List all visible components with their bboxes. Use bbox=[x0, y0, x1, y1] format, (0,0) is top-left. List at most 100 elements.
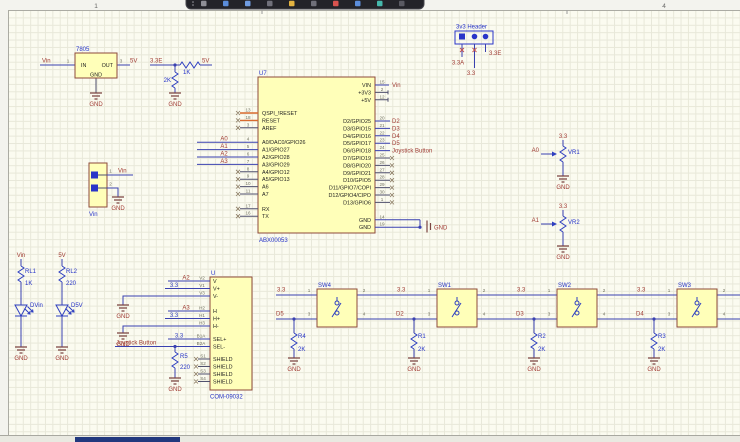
resistor-symbol[interactable] bbox=[18, 266, 24, 282]
gnd-label: GND bbox=[168, 102, 182, 108]
ground-symbol[interactable] bbox=[408, 358, 420, 364]
pin-name: SEL+ bbox=[213, 337, 226, 343]
joystick-com-09032[interactable]: U COM-09032 R5 220 GND GND GND Joystick … bbox=[115, 271, 252, 401]
junction-dot bbox=[418, 226, 421, 229]
designator: SW4 bbox=[318, 283, 332, 289]
switch-sw1[interactable]: SW1 3.3 D2 1 2 3 4 R1 2K GND bbox=[396, 283, 522, 373]
ground-symbol[interactable] bbox=[427, 221, 431, 233]
value-label: 1K bbox=[183, 70, 190, 76]
mcu-arduino-nano[interactable]: U7 ABX00053 13 QSPI_!RESET 18 RESET 3 AR… bbox=[197, 71, 448, 244]
component-body[interactable] bbox=[677, 289, 717, 327]
resistor-symbol[interactable] bbox=[291, 333, 297, 349]
gnd-label: GND bbox=[287, 367, 301, 373]
net-label: D2 bbox=[396, 312, 404, 318]
pin-designator: V2 bbox=[199, 276, 205, 281]
overlay-tool-4-icon[interactable] bbox=[267, 1, 273, 7]
ground-symbol[interactable] bbox=[15, 347, 27, 353]
led-symbol[interactable] bbox=[56, 305, 68, 316]
pin-number: 4 bbox=[247, 137, 250, 142]
component-body[interactable] bbox=[557, 289, 597, 327]
potentiometer-vr1[interactable]: 3.3 VR1 A0 GND bbox=[532, 134, 581, 191]
overlay-tool-10-icon[interactable] bbox=[399, 1, 405, 7]
wire[interactable] bbox=[541, 210, 563, 246]
pin-number: 10 bbox=[245, 181, 251, 186]
pin-name: D10/GPIO5 bbox=[343, 178, 371, 184]
net-label: A0 bbox=[532, 148, 540, 154]
pin-name: A5/GPIO13 bbox=[262, 177, 290, 183]
switch-sw3[interactable]: SW3 3.3 D4 1 2 3 4 R3 2K GND bbox=[636, 283, 740, 373]
pin-number: 29 bbox=[379, 182, 385, 187]
ground-symbol[interactable] bbox=[557, 176, 569, 182]
pin-name: H bbox=[213, 309, 217, 315]
resistor-symbol[interactable] bbox=[59, 266, 65, 282]
ground-symbol[interactable] bbox=[169, 378, 181, 384]
overlay-tool-8-icon[interactable] bbox=[355, 1, 361, 7]
pin-number: 3 bbox=[548, 312, 551, 317]
ground-symbol[interactable] bbox=[112, 197, 124, 203]
wire[interactable] bbox=[541, 140, 563, 176]
value-label: 2K bbox=[538, 347, 545, 353]
potentiometer-vr2[interactable]: 3.3 VR2 A1 GND bbox=[532, 204, 581, 261]
resistor-symbol[interactable] bbox=[560, 216, 566, 232]
switch-sw4[interactable]: SW4 3.3 D5 1 2 3 4 R4 2K GND bbox=[276, 283, 402, 373]
pin-name: A4/GPIO12 bbox=[262, 170, 290, 176]
ground-symbol[interactable] bbox=[288, 358, 300, 364]
net-label: 3.3 bbox=[559, 134, 568, 140]
pin-name: H+ bbox=[213, 317, 220, 323]
pin-name: D3/GPIO15 bbox=[343, 126, 371, 132]
overlay-tool-5-icon[interactable] bbox=[289, 1, 295, 7]
3v3-header[interactable]: 3v3 Header 3.3A 3.3 3.3E bbox=[452, 25, 502, 78]
overlay-tool-6-icon[interactable] bbox=[311, 1, 317, 7]
ground-symbol[interactable] bbox=[169, 93, 181, 99]
gnd-label: GND bbox=[111, 206, 125, 212]
resistor-symbol[interactable] bbox=[560, 146, 566, 162]
ground-symbol[interactable] bbox=[648, 358, 660, 364]
net-label: Joystick Button bbox=[116, 341, 156, 347]
gnd-label: GND bbox=[434, 226, 448, 232]
overlay-tool-9-icon[interactable] bbox=[377, 1, 383, 7]
net-label: 3.3 bbox=[170, 283, 179, 289]
pin-number: 19 bbox=[379, 222, 385, 227]
pad bbox=[91, 172, 98, 179]
resistor-symbol[interactable] bbox=[172, 352, 178, 368]
net-label: A1 bbox=[532, 218, 540, 224]
toolbar-body[interactable] bbox=[186, 0, 424, 9]
overlay-tool-3-icon[interactable] bbox=[245, 1, 251, 7]
resistor-symbol[interactable] bbox=[531, 333, 537, 349]
annotation-toolbar[interactable] bbox=[186, 0, 424, 9]
pin-designator: S3 bbox=[200, 369, 206, 374]
wire[interactable] bbox=[115, 281, 210, 378]
component-body[interactable] bbox=[437, 289, 477, 327]
pin-name: TX bbox=[262, 214, 269, 220]
led-indicator-5v[interactable]: 5V RL2 220 D5V GND bbox=[55, 253, 82, 362]
ground-symbol[interactable] bbox=[557, 246, 569, 252]
net-label: A2 bbox=[182, 276, 190, 282]
led-symbol[interactable] bbox=[15, 305, 27, 316]
resistor-symbol[interactable] bbox=[172, 72, 178, 88]
ground-symbol[interactable] bbox=[528, 358, 540, 364]
overlay-tool-2-icon[interactable] bbox=[223, 1, 229, 7]
net-label: D5 bbox=[276, 312, 284, 318]
pin-designator: H2 bbox=[199, 306, 205, 311]
overlay-tool-1-icon[interactable] bbox=[201, 1, 207, 7]
ground-symbol[interactable] bbox=[90, 93, 102, 99]
led-indicator-vin[interactable]: Vin RL1 1K DVin GND bbox=[14, 253, 43, 362]
pin-number: 28 bbox=[379, 175, 385, 180]
ground-symbol[interactable] bbox=[117, 333, 129, 339]
switch-sw2[interactable]: SW2 3.3 D3 1 2 3 4 R2 2K GND bbox=[516, 283, 642, 373]
wire[interactable] bbox=[150, 65, 212, 93]
resistor-symbol[interactable] bbox=[180, 62, 200, 68]
net-label: Vin bbox=[118, 169, 127, 175]
component-body[interactable] bbox=[317, 289, 357, 327]
resistor-symbol[interactable] bbox=[651, 333, 657, 349]
designator: SW3 bbox=[678, 283, 692, 289]
pin-number: 4 bbox=[723, 312, 726, 317]
ground-symbol[interactable] bbox=[56, 347, 68, 353]
resistor-symbol[interactable] bbox=[411, 333, 417, 349]
voltage-divider[interactable]: 3.3E 1K 5V 2K GND bbox=[150, 59, 212, 109]
voltage-regulator-7805[interactable]: Vin 1 7805 IN OUT GND 3 5V GND bbox=[40, 47, 137, 108]
overlay-tool-7-icon[interactable] bbox=[333, 1, 339, 7]
ground-symbol[interactable] bbox=[117, 305, 129, 311]
vin-connector[interactable]: 1 Vin 2 GND Vin bbox=[89, 163, 133, 218]
wire[interactable] bbox=[462, 44, 486, 68]
